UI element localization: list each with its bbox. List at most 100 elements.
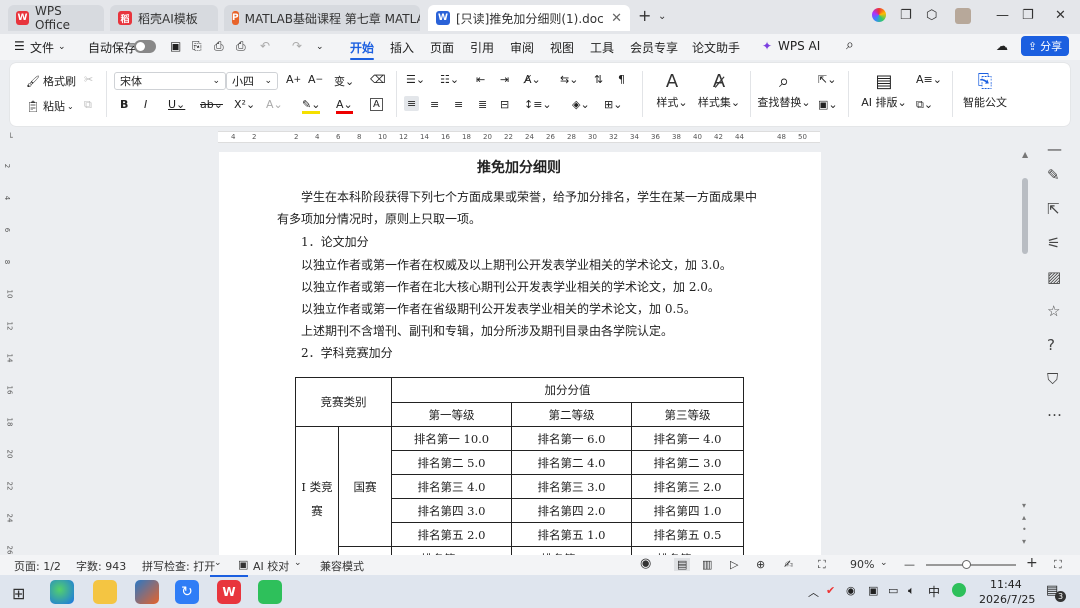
minimize-icon[interactable]: — [996, 8, 1009, 23]
menu-insert[interactable]: 插入 [390, 39, 414, 56]
font-size-select[interactable]: 小四 ⌄ [226, 72, 278, 90]
find-replace-button[interactable]: ⌕ 查找替换⌄ [754, 71, 814, 110]
zoom-slider-thumb[interactable] [962, 560, 971, 569]
save-icon[interactable]: ▣ [170, 39, 181, 53]
select-frame-icon[interactable]: ▣⌄ [818, 98, 838, 111]
chevron-up-icon[interactable]: ︿ [808, 584, 819, 600]
zoom-in-icon[interactable]: + [1026, 555, 1038, 571]
tray-app-icon[interactable]: ◉ [846, 584, 856, 597]
menu-home[interactable]: 开始 [350, 39, 375, 60]
underline-icon[interactable]: U⌄ [168, 98, 185, 111]
font-color-icon[interactable]: A⌄ [336, 98, 353, 114]
bold-icon[interactable]: B [120, 98, 128, 111]
battery-icon[interactable]: ▭ [888, 584, 898, 597]
menu-paper-assistant[interactable]: 论文助手 [692, 39, 740, 56]
wps-taskbar-icon[interactable]: W [217, 580, 241, 604]
menu-wps-ai[interactable]: WPS AI [778, 39, 820, 53]
scroll-up-icon[interactable]: ▲ [1022, 150, 1028, 159]
zoom-slider-track[interactable] [926, 564, 1016, 566]
fullscreen-icon[interactable]: ⛶ [1054, 558, 1062, 572]
text-direction-icon[interactable]: ⇆⌄ [560, 73, 578, 86]
wps-ai-orb-icon[interactable] [872, 8, 886, 22]
volume-icon[interactable]: 🔈︎ [908, 584, 915, 598]
ai-layout-button[interactable]: ▤ AI 排版⌄ [856, 71, 912, 110]
page-nav-icon[interactable]: ▾ ▴ • ▾ [1022, 500, 1027, 548]
cube-icon[interactable]: ⬡ [926, 8, 937, 23]
chevron-down-icon[interactable]: ⌄ [658, 11, 666, 22]
share-button[interactable]: ⇪ 分享 [1021, 36, 1069, 56]
avatar[interactable] [955, 8, 971, 24]
shrink-font-icon[interactable]: A − [308, 73, 323, 86]
redo-icon[interactable]: ↷ [292, 39, 302, 53]
menu-tools[interactable]: 工具 [590, 39, 614, 56]
adjust-sliders-icon[interactable]: ⚟ [1047, 234, 1060, 252]
refresh-app-icon[interactable]: ↻ [175, 580, 199, 604]
clear-format-icon[interactable]: ⌫ [370, 73, 386, 86]
file-menu[interactable]: 文件 [30, 39, 54, 56]
sort-icon[interactable]: ⇅ [594, 73, 603, 86]
decrease-indent-icon[interactable]: ⇤ [476, 73, 485, 86]
write-mode-icon[interactable]: ✍ [784, 558, 793, 571]
select-cursor-icon[interactable]: ⇱⌄ [818, 73, 836, 86]
show-marks-icon[interactable]: ¶ [618, 73, 625, 86]
ime-indicator[interactable]: 中 [928, 583, 940, 600]
play-icon[interactable]: ▷ [730, 558, 738, 571]
new-tab-icon[interactable]: + [638, 6, 651, 25]
numbered-list-icon[interactable]: ☷⌄ [440, 73, 459, 86]
zoom-out-icon[interactable]: — [904, 558, 915, 571]
vertical-ruler[interactable]: 2 4 6 8 10 12 14 16 18 20 22 24 26 [3, 150, 16, 555]
menu-review[interactable]: 审阅 [510, 39, 534, 56]
grow-font-icon[interactable]: A + [286, 73, 301, 86]
char-border-icon[interactable]: A [370, 98, 383, 111]
chevron-down-icon[interactable]: ⌄ [880, 558, 888, 568]
cut-icon[interactable]: ✂ [84, 73, 93, 86]
distributed-icon[interactable]: ⊟ [500, 98, 509, 111]
star-sparkle-icon[interactable]: ☆ [1047, 302, 1060, 320]
matlab-icon[interactable] [135, 580, 159, 604]
strikethrough-icon[interactable]: ab⌄ [200, 98, 223, 111]
text-effect-icon[interactable]: A⌄ [266, 98, 283, 111]
outline-view-icon[interactable]: ▥ [702, 558, 712, 571]
align-right-icon[interactable]: ≡ [454, 98, 463, 111]
print-preview-icon[interactable]: ⎙ [236, 39, 246, 54]
bullet-list-icon[interactable]: ☰⌄ [406, 73, 425, 86]
undo-icon[interactable]: ↶ [260, 39, 270, 53]
chevron-down-icon[interactable]: ⌄ [316, 42, 324, 52]
chevron-down-icon[interactable]: ⌄ [294, 558, 302, 568]
line-spacing-icon[interactable]: ↕≡⌄ [524, 98, 552, 111]
help-icon[interactable]: ? [1047, 336, 1055, 354]
horizontal-ruler[interactable]: 4 2 2 4 6 8 10 12 14 16 18 20 22 24 26 28 30 32 34 36 38 40 42… [218, 131, 820, 143]
document-page[interactable]: 推免加分细则 学生在本科阶段获得下列七个方面成果或荣誉，给予加分排名，学生在某一… [219, 152, 821, 555]
spell-check[interactable]: 拼写检查: 打开 [142, 558, 215, 574]
smart-doc-button[interactable]: ⎘ 智能公文 [960, 71, 1010, 110]
ai-check[interactable]: AI 校对 [253, 558, 289, 574]
clock-date[interactable]: 2026/7/25 [979, 593, 1035, 606]
file-explorer-icon[interactable] [93, 580, 117, 604]
phonetic-guide-icon[interactable]: 变⌄ [334, 73, 354, 89]
tray-app-icon[interactable]: ✔ [826, 584, 835, 597]
tab-ai-template[interactable]: 稻稻壳AI模板 [110, 5, 218, 31]
arrange-icon[interactable]: ⧉⌄ [916, 98, 933, 112]
tab-wps-office[interactable]: W WPS Office [8, 4, 104, 32]
align-center-icon[interactable]: ≡ [430, 98, 439, 111]
vertical-scrollbar-thumb[interactable] [1022, 178, 1028, 254]
menu-member[interactable]: 会员专享 [630, 39, 678, 56]
window-restore-icon[interactable]: ❐ [900, 8, 912, 23]
increase-indent-icon[interactable]: ⇥ [500, 73, 509, 86]
clock-time[interactable]: 11:44 [990, 578, 1022, 591]
border-icon[interactable]: ⊞⌄ [604, 98, 622, 111]
select-pointer-icon[interactable]: ⇱ [1047, 200, 1060, 218]
shirt-icon[interactable]: ⛉ [1047, 370, 1058, 388]
export-pdf-icon[interactable]: ⎘ [192, 39, 202, 54]
image-edit-icon[interactable]: ▨ [1047, 268, 1061, 286]
print-icon[interactable]: ⎙ [214, 39, 224, 54]
page-indicator[interactable]: 页面: 1/2 [14, 558, 61, 574]
tab-active-document[interactable]: W [只读]推免加分细则(1).doc ✕ [428, 5, 630, 31]
fit-page-icon[interactable]: ⛶ [818, 558, 826, 572]
style-set-button[interactable]: A̷ 样式集⌄ [694, 71, 744, 110]
tray-app-icon[interactable]: ▣ [868, 584, 878, 597]
copy-icon[interactable]: ⧉ [84, 98, 92, 112]
paste-button[interactable]: 📋︎ 粘贴 ⌄ [26, 98, 74, 114]
highlight-icon[interactable]: ✎⌄ [302, 98, 321, 114]
menu-references[interactable]: 引用 [470, 39, 494, 56]
